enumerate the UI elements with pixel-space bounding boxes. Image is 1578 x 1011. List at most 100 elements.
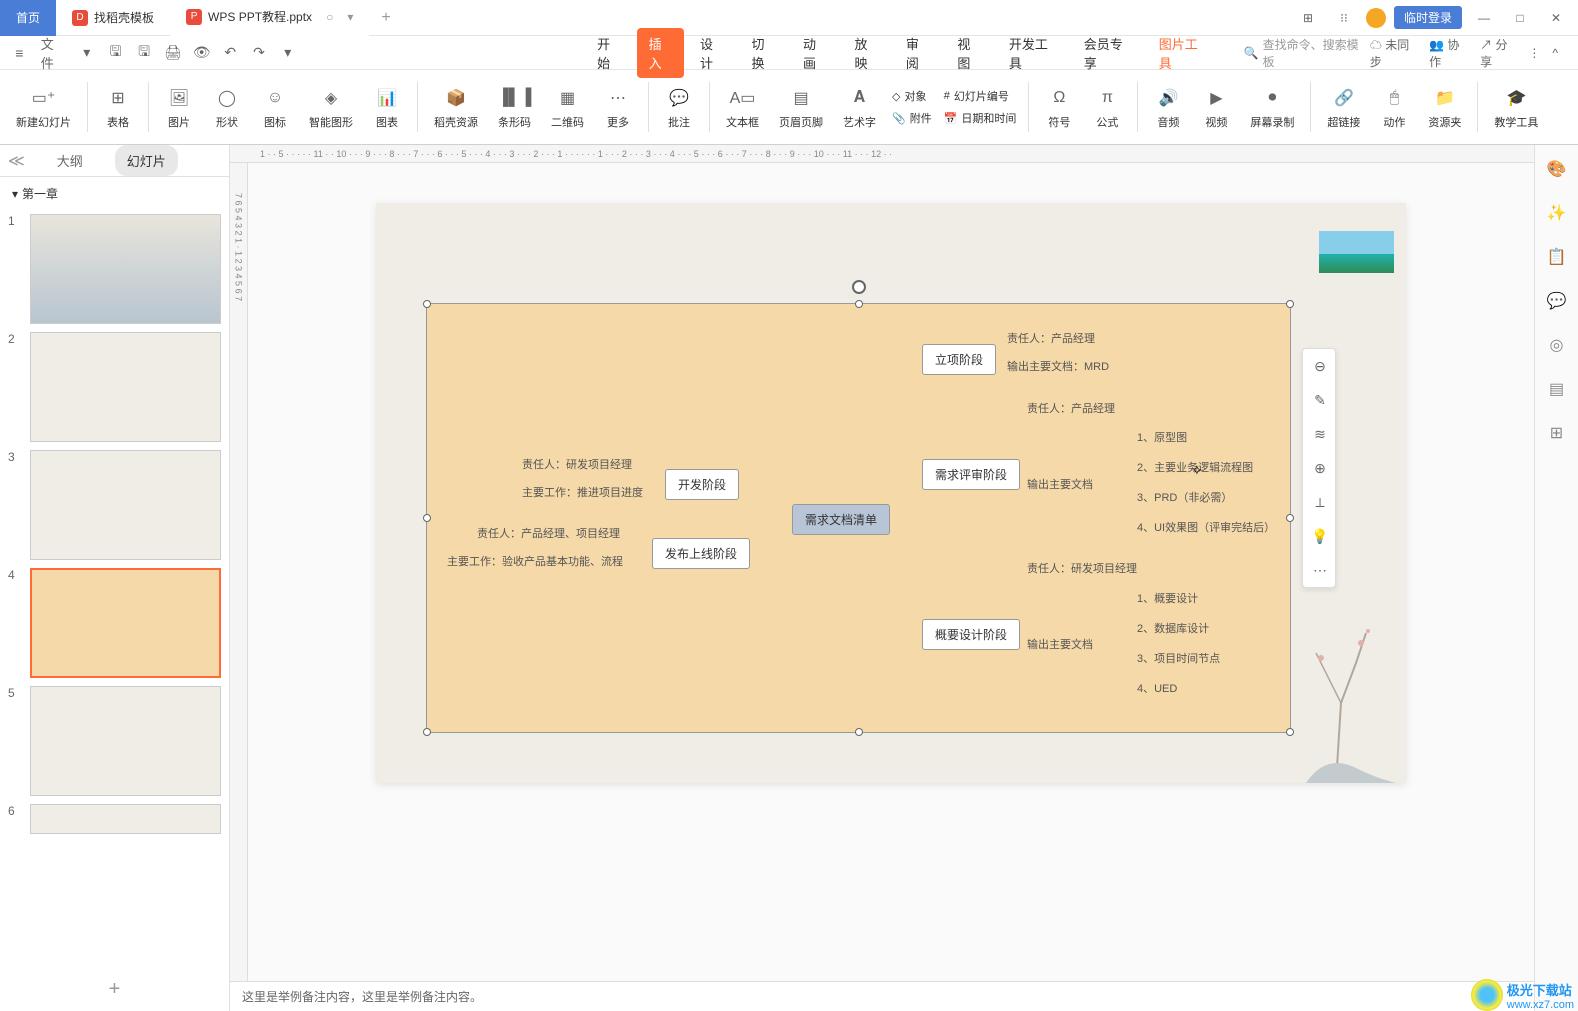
menu-tab-devtools[interactable]: 开发工具 xyxy=(997,28,1068,78)
slide-item-5[interactable]: 5 xyxy=(8,686,221,796)
menu-tab-animation[interactable]: 动画 xyxy=(791,28,838,78)
rib-teachtools[interactable]: 🎓教学工具 xyxy=(1486,80,1546,134)
chevron-down-icon[interactable]: ▾ xyxy=(75,41,98,65)
rs-target-icon[interactable]: ◎ xyxy=(1545,333,1569,357)
save-icon[interactable]: 🖫 xyxy=(104,41,127,65)
float-more[interactable]: ⋯ xyxy=(1303,553,1337,587)
rib-attachment[interactable]: 📎附件 xyxy=(888,108,936,128)
slide-canvas[interactable]: 需求文档清单 开发阶段 责任人：研发项目经理 主要工作：推进项目进度 发布上线阶… xyxy=(376,203,1406,783)
rib-qrcode[interactable]: ▦二维码 xyxy=(543,80,592,134)
menu-tab-view[interactable]: 视图 xyxy=(945,28,992,78)
mm-root[interactable]: 需求文档清单 xyxy=(792,504,890,535)
handle-tl[interactable] xyxy=(423,300,431,308)
layout-icon[interactable]: ⊞ xyxy=(1294,4,1322,32)
rs-chat-icon[interactable]: 💬 xyxy=(1545,289,1569,313)
float-layers[interactable]: ≋ xyxy=(1303,417,1337,451)
tab-add-button[interactable]: + xyxy=(369,9,402,27)
menu-tab-transition[interactable]: 切换 xyxy=(740,28,787,78)
tab-close-icon[interactable]: ▾ xyxy=(347,10,353,24)
dropdown-icon[interactable]: ▾ xyxy=(276,41,299,65)
mm-init[interactable]: 立项阶段 xyxy=(922,344,996,375)
rs-effects-icon[interactable]: ✨ xyxy=(1545,201,1569,225)
file-menu[interactable]: 文件 xyxy=(37,41,70,65)
collapse-icon[interactable]: ^ xyxy=(1552,46,1558,60)
menu-tab-show[interactable]: 放映 xyxy=(842,28,889,78)
search-box[interactable]: 🔍 查找命令、搜索模板 xyxy=(1244,36,1364,70)
rib-comment[interactable]: 💬批注 xyxy=(657,80,701,134)
save-as-icon[interactable]: 🖫 xyxy=(133,41,156,65)
rs-clipboard-icon[interactable]: 📋 xyxy=(1545,245,1569,269)
rib-wordart[interactable]: 𝐀艺术字 xyxy=(835,80,884,134)
undo-icon[interactable]: ↶ xyxy=(219,41,242,65)
more-icon[interactable]: ⋮ xyxy=(1528,46,1540,60)
rib-video[interactable]: ▶视频 xyxy=(1194,80,1238,134)
mindmap-selection[interactable]: 需求文档清单 开发阶段 责任人：研发项目经理 主要工作：推进项目进度 发布上线阶… xyxy=(426,303,1291,733)
notes-area[interactable]: 这里是举例备注内容，这里是举例备注内容。 xyxy=(230,981,1534,1011)
handle-ml[interactable] xyxy=(423,514,431,522)
float-idea[interactable]: 💡 xyxy=(1303,519,1337,553)
rib-icon[interactable]: ☺图标 xyxy=(253,80,297,134)
mm-review[interactable]: 需求评审阶段 xyxy=(922,459,1020,490)
menu-tab-design[interactable]: 设计 xyxy=(688,28,735,78)
maximize-button[interactable]: □ xyxy=(1506,4,1534,32)
rs-layers-icon[interactable]: ▤ xyxy=(1545,377,1569,401)
share-label[interactable]: ↗ 分享 xyxy=(1480,36,1516,70)
unsync-label[interactable]: ☁ 未同步 xyxy=(1370,36,1417,70)
rib-symbol[interactable]: Ω符号 xyxy=(1037,80,1081,134)
close-button[interactable]: ✕ xyxy=(1542,4,1570,32)
rib-slidenum[interactable]: #幻灯片编号 xyxy=(940,86,1021,106)
rib-more[interactable]: ⋯更多 xyxy=(596,80,640,134)
rib-resfolder[interactable]: 📁资源夹 xyxy=(1420,80,1469,134)
menu-tab-imgtools[interactable]: 图片工具 xyxy=(1147,28,1218,78)
menu-icon[interactable]: ≡ xyxy=(8,41,31,65)
slide-item-2[interactable]: 2 xyxy=(8,332,221,442)
rib-smartart[interactable]: ◈智能图形 xyxy=(301,80,361,134)
panel-collapse-icon[interactable]: ≪ xyxy=(8,151,25,171)
rib-table[interactable]: ⊞表格 xyxy=(96,80,140,134)
redo-icon[interactable]: ↷ xyxy=(248,41,271,65)
tab-template[interactable]: D 找稻壳模板 xyxy=(56,0,170,36)
rotate-handle[interactable] xyxy=(852,280,866,294)
handle-tm[interactable] xyxy=(855,300,863,308)
rs-design-icon[interactable]: 🎨 xyxy=(1545,157,1569,181)
handle-bm[interactable] xyxy=(855,728,863,736)
rs-apps-icon[interactable]: ⊞ xyxy=(1545,421,1569,445)
canvas-wrap[interactable]: 需求文档清单 开发阶段 责任人：研发项目经理 主要工作：推进项目进度 发布上线阶… xyxy=(248,163,1534,981)
slide-item-3[interactable]: 3 xyxy=(8,450,221,560)
rib-object[interactable]: ◇对象 xyxy=(888,86,936,106)
rib-action[interactable]: 🖱动作 xyxy=(1372,80,1416,134)
rib-resource[interactable]: 📦稻壳资源 xyxy=(426,80,486,134)
login-button[interactable]: 临时登录 xyxy=(1394,6,1462,29)
tab-home[interactable]: 首页 xyxy=(0,0,56,36)
slide-item-6[interactable]: 6 xyxy=(8,804,221,834)
rib-barcode[interactable]: ▐▌▐条形码 xyxy=(490,80,539,134)
mm-dev[interactable]: 开发阶段 xyxy=(665,469,739,500)
mm-outline[interactable]: 概要设计阶段 xyxy=(922,619,1020,650)
rib-audio[interactable]: 🔊音频 xyxy=(1146,80,1190,134)
rib-new-slide[interactable]: ▭⁺新建幻灯片 xyxy=(8,80,79,134)
rib-textbox[interactable]: A▭文本框 xyxy=(718,80,767,134)
tab-file[interactable]: P WPS PPT教程.pptx ○ ▾ xyxy=(170,0,369,36)
float-zoom-out[interactable]: ⊖ xyxy=(1303,349,1337,383)
rib-headerfooter[interactable]: ▤页眉页脚 xyxy=(771,80,831,134)
handle-mr[interactable] xyxy=(1286,514,1294,522)
menu-tab-start[interactable]: 开始 xyxy=(585,28,632,78)
menu-tab-member[interactable]: 会员专享 xyxy=(1072,28,1143,78)
rib-screenrec[interactable]: ⏺屏幕录制 xyxy=(1242,80,1302,134)
menu-tab-review[interactable]: 审阅 xyxy=(894,28,941,78)
apps-icon[interactable]: ⁝⁝ xyxy=(1330,4,1358,32)
handle-tr[interactable] xyxy=(1286,300,1294,308)
rib-picture[interactable]: 🖼图片 xyxy=(157,80,201,134)
rib-chart[interactable]: 📊图表 xyxy=(365,80,409,134)
slide-item-1[interactable]: 1 xyxy=(8,214,221,324)
chapter-label[interactable]: ▾ 第一章 xyxy=(0,177,229,210)
panel-tab-outline[interactable]: 大纲 xyxy=(45,145,95,176)
slide-item-4[interactable]: 4 xyxy=(8,568,221,678)
rib-datetime[interactable]: 📅日期和时间 xyxy=(940,108,1021,128)
rib-hyperlink[interactable]: 🔗超链接 xyxy=(1319,80,1368,134)
beach-image[interactable] xyxy=(1319,231,1394,273)
float-edit[interactable]: ✎ xyxy=(1303,383,1337,417)
float-crop[interactable]: ⟂ xyxy=(1303,485,1337,519)
menu-tab-insert[interactable]: 插入 xyxy=(637,28,684,78)
add-slide-button[interactable]: + xyxy=(0,968,229,1011)
